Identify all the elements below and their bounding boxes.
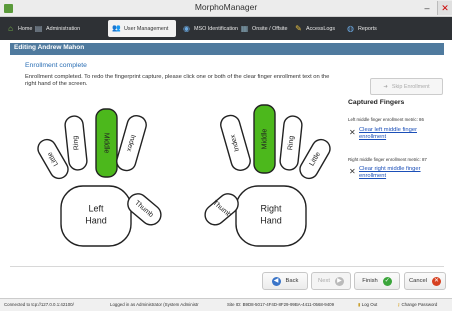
left-hand-label-line2: Hand xyxy=(85,215,107,225)
button-row-divider xyxy=(10,266,444,267)
key-icon: ⚷ xyxy=(397,302,401,307)
finish-button[interactable]: Finish ✓ xyxy=(354,272,400,290)
next-button[interactable]: Next ▶ xyxy=(311,272,351,290)
finish-label: Finish xyxy=(362,278,378,284)
clear-icon[interactable]: ✕ xyxy=(349,129,356,137)
left-hand-label-line1: Left xyxy=(88,203,104,213)
right-middle-metric: Right middle finger enrollment metric: 8… xyxy=(348,157,427,162)
change-password-link[interactable]: ⚷ Change Password xyxy=(397,302,437,308)
left-middle-label: Middle xyxy=(103,133,110,154)
captured-fingers-title: Captured Fingers xyxy=(348,99,405,106)
site-id: Site ID: B9D8-5017-4F4D-8F29-99BA-4411-0… xyxy=(227,302,335,307)
right-hand-label-line1: Right xyxy=(260,203,282,213)
status-bar: Connected to tcp://127.0.0.1:42100/ Logg… xyxy=(0,298,452,311)
back-arrow-icon: ◀ xyxy=(271,276,281,286)
clear-icon[interactable]: ✕ xyxy=(349,168,356,176)
cancel-button[interactable]: Cancel ✕ xyxy=(404,272,446,290)
cancel-x-icon: ✕ xyxy=(432,276,442,286)
finish-check-icon: ✓ xyxy=(382,276,392,286)
hands-diagram: Little Ring Middle Index Thumb Left Hand… xyxy=(37,104,331,247)
left-middle-metric: Left middle finger enrollment metric: 86 xyxy=(348,117,424,122)
back-label: Back xyxy=(285,278,299,284)
cancel-label: Cancel xyxy=(408,278,428,284)
next-arrow-icon: ▶ xyxy=(334,276,344,286)
connection-status: Connected to tcp://127.0.0.1:42100/ xyxy=(4,302,74,307)
right-hand-label-line2: Hand xyxy=(260,215,282,225)
clear-right-middle-link[interactable]: Clear right middle finger enrollment xyxy=(359,166,439,180)
logout-link[interactable]: ▮ Log Out xyxy=(358,302,377,308)
right-middle-label: Middle xyxy=(261,129,268,150)
login-status: Logged in as Administrator (System Admin… xyxy=(110,302,199,307)
logout-icon: ▮ xyxy=(358,302,361,307)
next-label: Next xyxy=(318,278,330,284)
back-button[interactable]: ◀ Back xyxy=(262,272,308,290)
clear-left-middle-link[interactable]: Clear left middle finger enrollment xyxy=(359,127,439,141)
